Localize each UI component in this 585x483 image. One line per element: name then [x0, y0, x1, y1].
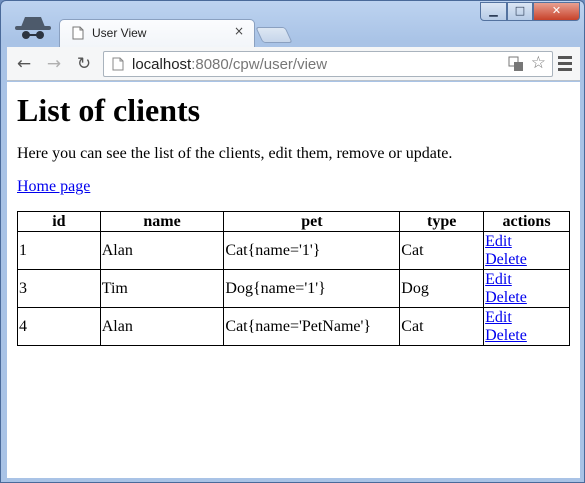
- page-description: Here you can see the list of the clients…: [17, 145, 453, 162]
- browser-window: User View × ▁ □ ✕ ← → ↻ localhost:8080/c…: [0, 0, 585, 483]
- page-content: List of clients Here you can see the lis…: [7, 82, 580, 478]
- new-tab-button[interactable]: [255, 27, 293, 43]
- table-row: 4 Alan Cat{name='PetName'} Cat Edit Dele…: [17, 307, 570, 346]
- bookmark-star-icon[interactable]: ☆: [531, 53, 546, 73]
- edit-link[interactable]: Edit: [485, 233, 568, 251]
- cell-type: Dog: [399, 269, 485, 308]
- url-path: :8080/cpw/user/view: [191, 56, 328, 73]
- back-button[interactable]: ←: [13, 53, 35, 75]
- column-header-actions: actions: [483, 211, 570, 232]
- cell-name: Alan: [99, 231, 225, 270]
- clients-table: id name pet type actions 1 Alan Cat{name…: [17, 211, 570, 346]
- cell-name: Tim: [99, 269, 225, 308]
- table-header-row: id name pet type actions: [17, 211, 570, 232]
- minimize-icon: ▁: [489, 4, 498, 17]
- tab-title: User View: [92, 26, 147, 40]
- column-header-name: name: [99, 211, 225, 232]
- cell-id: 3: [17, 269, 101, 308]
- tab-close-icon[interactable]: ×: [234, 24, 244, 38]
- forward-button[interactable]: →: [43, 53, 65, 75]
- address-bar[interactable]: localhost:8080/cpw/user/view ☆: [103, 51, 553, 77]
- page-title: List of clients: [17, 92, 201, 128]
- cell-pet: Cat{name='1'}: [223, 231, 401, 270]
- cell-type: Cat: [399, 307, 485, 346]
- browser-toolbar: ← → ↻ localhost:8080/cpw/user/view ☆: [7, 47, 580, 81]
- column-header-id: id: [17, 211, 101, 232]
- column-header-type: type: [399, 211, 485, 232]
- delete-link[interactable]: Delete: [485, 289, 568, 307]
- cell-name: Alan: [99, 307, 225, 346]
- translate-icon[interactable]: [508, 56, 524, 72]
- cell-actions: Edit Delete: [483, 307, 570, 346]
- tab-user-view[interactable]: User View ×: [59, 19, 255, 47]
- maximize-icon: □: [514, 4, 526, 17]
- cell-pet: Cat{name='PetName'}: [223, 307, 401, 346]
- column-header-pet: pet: [223, 211, 401, 232]
- cell-actions: Edit Delete: [483, 269, 570, 308]
- incognito-icon: [15, 17, 51, 39]
- delete-link[interactable]: Delete: [485, 327, 568, 345]
- table-row: 3 Tim Dog{name='1'} Dog Edit Delete: [17, 269, 570, 308]
- page-icon: [112, 57, 124, 71]
- delete-link[interactable]: Delete: [485, 251, 568, 269]
- reload-button[interactable]: ↻: [73, 53, 95, 75]
- cell-type: Cat: [399, 231, 485, 270]
- url-text: localhost:8080/cpw/user/view: [132, 56, 327, 73]
- cell-id: 1: [17, 231, 101, 270]
- url-host: localhost: [132, 56, 192, 73]
- edit-link[interactable]: Edit: [485, 271, 568, 289]
- page-icon: [72, 26, 84, 40]
- table-row: 1 Alan Cat{name='1'} Cat Edit Delete: [17, 231, 570, 270]
- close-window-button[interactable]: ✕: [533, 2, 580, 21]
- cell-id: 4: [17, 307, 101, 346]
- maximize-button[interactable]: □: [507, 2, 533, 21]
- edit-link[interactable]: Edit: [485, 309, 568, 327]
- cell-actions: Edit Delete: [483, 231, 570, 270]
- menu-icon[interactable]: [558, 56, 572, 74]
- minimize-button[interactable]: ▁: [480, 2, 507, 21]
- close-icon: ✕: [551, 4, 562, 17]
- cell-pet: Dog{name='1'}: [223, 269, 401, 308]
- home-page-link[interactable]: Home page: [17, 178, 90, 196]
